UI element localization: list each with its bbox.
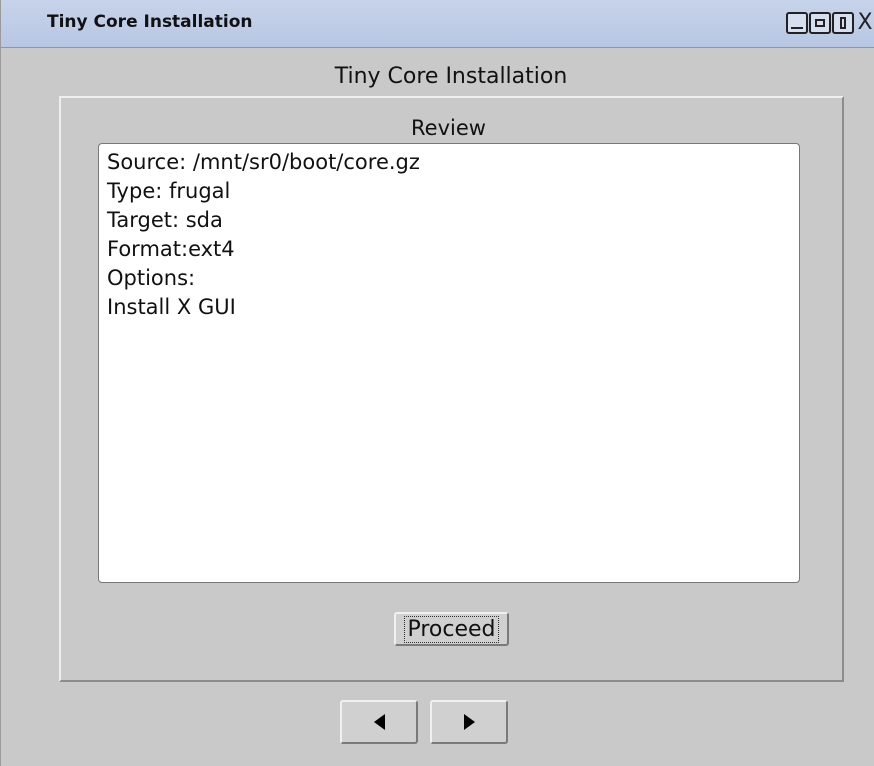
next-button[interactable] <box>430 700 508 744</box>
review-group-label: Review <box>411 116 486 140</box>
review-line-options: Options: <box>107 266 196 290</box>
window-controls: X <box>786 12 874 34</box>
proceed-button-label: Proceed <box>404 615 499 643</box>
back-button[interactable] <box>340 700 418 744</box>
shade-icon[interactable] <box>832 12 854 34</box>
review-line-source: Source: /mnt/sr0/boot/core.gz <box>107 150 420 174</box>
review-text-area[interactable]: Source: /mnt/sr0/boot/core.gz Type: frug… <box>98 143 800 583</box>
proceed-button[interactable]: Proceed <box>394 612 509 646</box>
triangle-left-icon <box>373 714 385 730</box>
triangle-right-icon <box>463 714 475 730</box>
title-bar[interactable]: Tiny Core Installation X <box>1 0 874 48</box>
maximize-icon[interactable] <box>809 12 831 34</box>
review-line-format: Format:ext4 <box>107 237 235 261</box>
dialog-heading: Tiny Core Installation <box>334 64 568 89</box>
review-group: Review Source: /mnt/sr0/boot/core.gz Typ… <box>59 96 844 682</box>
review-line-type: Type: frugal <box>107 179 231 203</box>
installer-window: Tiny Core Installation X Tiny Core Insta… <box>0 0 874 766</box>
review-line-target: Target: sda <box>107 208 223 232</box>
window-title: Tiny Core Installation <box>47 12 253 32</box>
close-icon[interactable]: X <box>855 12 874 34</box>
minimize-icon[interactable] <box>786 12 808 34</box>
review-line-install-x-gui: Install X GUI <box>107 295 236 319</box>
